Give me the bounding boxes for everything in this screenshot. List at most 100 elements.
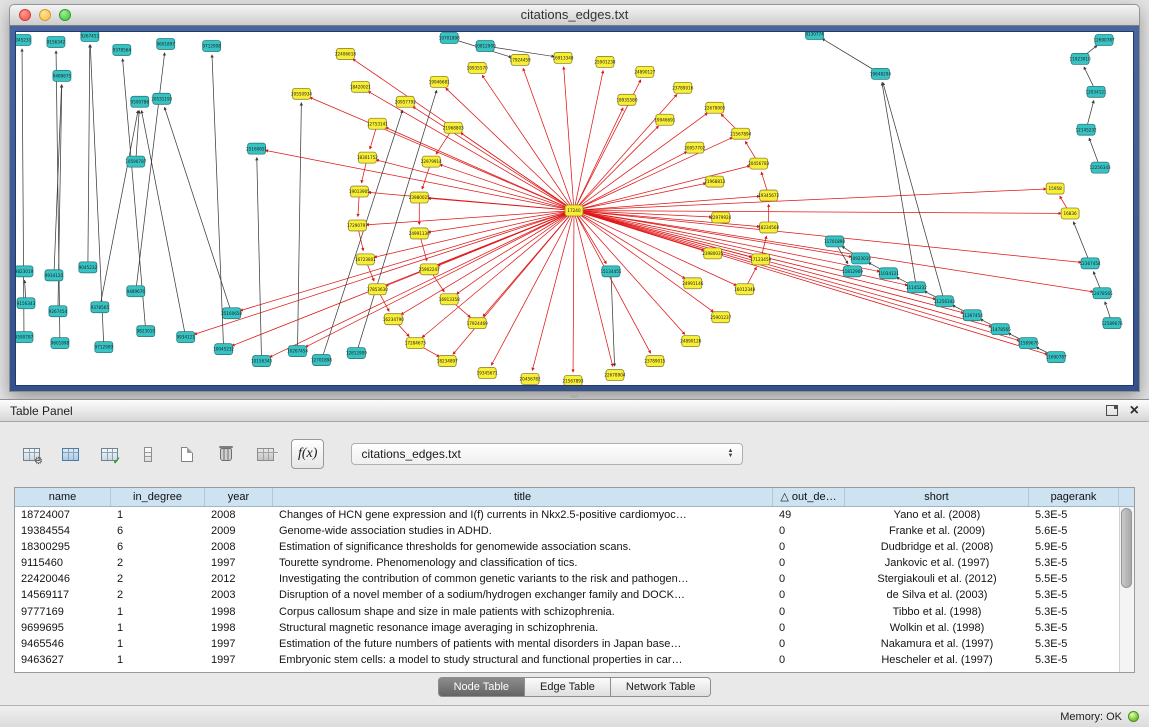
network-edge[interactable] (574, 210, 651, 353)
network-node[interactable]: 17123459 (750, 254, 771, 265)
network-node[interactable]: 20531193 (151, 93, 172, 104)
network-edge[interactable] (141, 111, 185, 338)
tab-edge-table[interactable]: Edge Table (525, 677, 611, 697)
network-node[interactable]: 10590787 (125, 156, 146, 167)
network-edge[interactable] (368, 91, 574, 210)
network-node[interactable]: 20456782 (520, 374, 541, 385)
network-node[interactable]: 16012348 (734, 284, 755, 295)
network-node[interactable]: 23789016 (672, 82, 693, 93)
network-node[interactable]: 24991136 (409, 228, 430, 239)
network-node[interactable]: 16836 (1061, 208, 1079, 219)
table-row[interactable]: 2242004622012Investigating the contribut… (15, 571, 1134, 587)
network-edge[interactable] (574, 108, 623, 211)
network-node[interactable]: 10701898 (439, 32, 460, 43)
minimize-button[interactable] (39, 9, 51, 21)
network-node[interactable]: 11812909 (842, 266, 863, 277)
network-node[interactable]: 21567894 (730, 128, 751, 139)
network-node[interactable]: 18420021 (350, 81, 371, 92)
tab-node-table[interactable]: Node Table (438, 677, 525, 697)
table-row[interactable]: 1872400712008Changes of HCN gene express… (15, 507, 1134, 523)
network-node[interactable]: 11478565 (990, 324, 1011, 335)
network-edge[interactable] (564, 67, 574, 211)
network-node[interactable]: 16723801 (355, 254, 376, 265)
network-node[interactable]: 9712908 (202, 40, 221, 51)
network-node[interactable]: 24890126 (680, 336, 701, 347)
new-table-button[interactable] (174, 441, 200, 467)
network-edge[interactable] (574, 210, 685, 278)
network-edge[interactable] (574, 210, 1061, 213)
network-node[interactable]: 10812909 (475, 40, 496, 51)
network-node[interactable]: 25902247 (419, 264, 440, 275)
network-edge[interactable] (822, 39, 880, 74)
network-edge[interactable] (574, 137, 733, 210)
close-button[interactable] (19, 9, 31, 21)
network-edge[interactable] (574, 183, 706, 210)
network-node[interactable]: 15958 (1046, 183, 1064, 194)
network-edge[interactable] (574, 210, 1020, 340)
network-node[interactable]: 9378565 (91, 302, 110, 313)
network-node[interactable]: 17290797 (347, 220, 368, 231)
network-node[interactable]: 22406618 (335, 48, 356, 59)
network-node[interactable]: 9156343 (17, 298, 36, 309)
network-node[interactable]: 9601897 (157, 38, 176, 49)
network-node[interactable]: 17284673 (405, 338, 426, 349)
network-node[interactable]: 21567893 (562, 376, 583, 385)
network-node[interactable]: 18234897 (437, 356, 458, 367)
network-edge[interactable] (22, 49, 24, 337)
panel-resize-handle[interactable] (570, 394, 578, 398)
network-node[interactable]: 25160650 (221, 308, 242, 319)
network-canvas[interactable]: 1724022406618205509341842002112753141183… (15, 31, 1134, 386)
network-node[interactable]: 9601898 (51, 338, 70, 349)
network-node[interactable]: 8130774 (805, 32, 824, 39)
table-row[interactable]: 1830029562008Estimation of significance … (15, 539, 1134, 555)
network-node[interactable]: 22979924 (710, 212, 731, 223)
show-columns-button[interactable] (57, 441, 83, 467)
network-node[interactable]: 11589676 (1018, 338, 1039, 349)
network-edge[interactable] (1073, 222, 1090, 264)
network-edge[interactable] (574, 210, 713, 311)
network-node[interactable]: 19013905 (349, 186, 370, 197)
network-node[interactable]: 11367454 (962, 310, 983, 321)
network-node[interactable]: 10923010 (850, 253, 871, 264)
network-edge[interactable] (574, 210, 613, 366)
network-edge[interactable] (574, 126, 658, 210)
network-edge[interactable] (136, 53, 165, 291)
column-header-short[interactable]: short (845, 488, 1029, 506)
network-node[interactable]: 10156343 (251, 356, 272, 367)
network-node[interactable]: 9156342 (47, 36, 66, 47)
table-row[interactable]: 1456911722003Disruption of a novel membe… (15, 587, 1134, 603)
network-node[interactable]: 20957792 (395, 96, 416, 107)
network-node[interactable]: 12812909 (346, 348, 367, 359)
network-node[interactable]: 23980035 (702, 248, 723, 259)
network-node[interactable]: 24991146 (682, 278, 703, 289)
column-header-year[interactable]: year (205, 488, 273, 506)
float-panel-icon[interactable] (1106, 405, 1118, 416)
network-node[interactable]: 9378564 (113, 44, 132, 55)
network-node[interactable]: 11034121 (878, 268, 899, 279)
network-node[interactable]: 25160651 (246, 143, 267, 154)
network-edge[interactable] (523, 68, 574, 210)
select-rows-button[interactable] (135, 441, 161, 467)
network-node[interactable]: 24890127 (634, 66, 655, 77)
network-node[interactable]: 11690787 (1046, 352, 1067, 363)
network-node[interactable]: 12478565 (1092, 288, 1113, 299)
network-node[interactable]: 23980025 (409, 192, 430, 203)
network-node[interactable]: 19946681 (429, 76, 450, 87)
network-node[interactable]: 20550934 (291, 88, 312, 99)
table-row[interactable]: 969969511998Structural magnetic resonanc… (15, 620, 1134, 636)
network-node[interactable]: 22678904 (604, 370, 625, 381)
network-node[interactable]: 17853630 (367, 284, 388, 295)
network-node[interactable]: 9489676 (127, 286, 146, 297)
delete-table-button[interactable] (213, 441, 239, 467)
network-node[interactable]: 11256343 (934, 296, 955, 307)
network-edge[interactable] (574, 210, 1048, 354)
network-node[interactable]: 21968813 (704, 176, 725, 187)
network-node[interactable]: 11145232 (906, 282, 927, 293)
network-node[interactable]: 22678905 (704, 102, 725, 113)
network-node[interactable]: 9823019 (16, 266, 34, 277)
network-node[interactable]: 9590786 (131, 96, 150, 107)
change-table-mode-button[interactable]: ⚙ (18, 441, 44, 467)
network-node[interactable]: 20456783 (748, 158, 769, 169)
table-scrollbar[interactable] (1119, 507, 1134, 672)
network-edge[interactable] (428, 198, 574, 210)
